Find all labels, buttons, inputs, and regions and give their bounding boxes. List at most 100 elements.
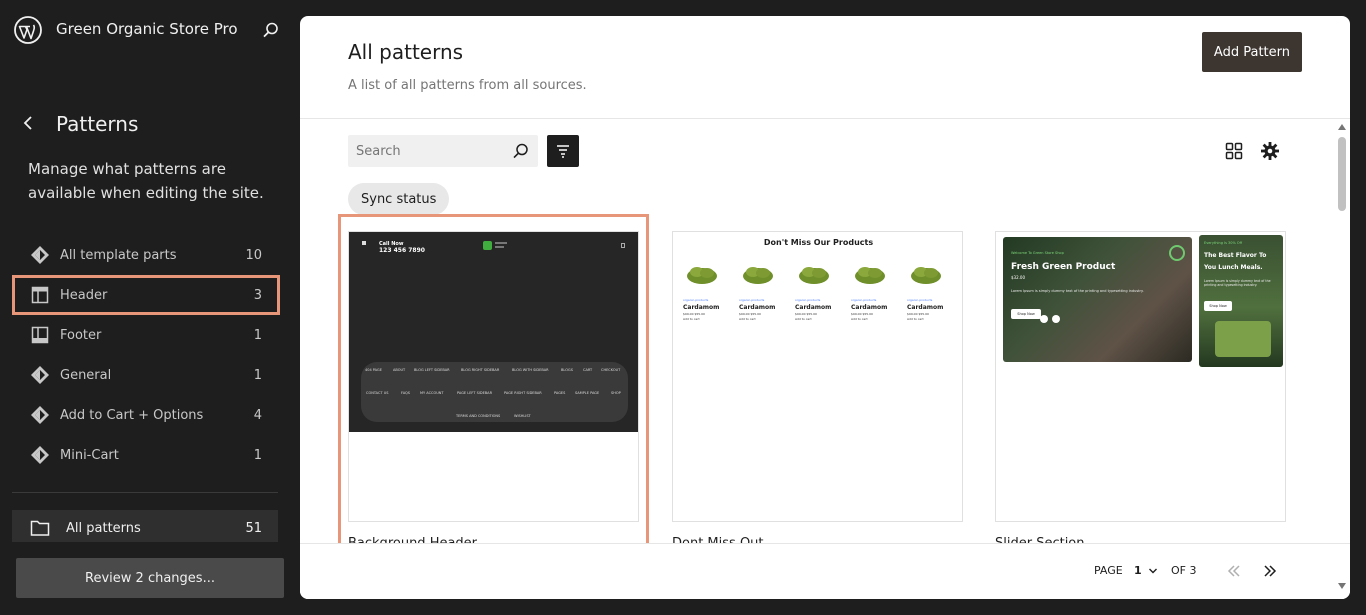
sidebar-item-add-to-cart-options[interactable]: Add to Cart + Options 4 [12, 395, 280, 435]
add-pattern-button[interactable]: Add Pattern [1201, 32, 1302, 72]
pagination-label: PAGE [1094, 564, 1123, 577]
product-category: organic-products [795, 298, 821, 302]
search-input[interactable] [348, 135, 508, 167]
product-category: organic-products [739, 298, 765, 302]
sidebar-item-count: 51 [245, 520, 262, 536]
cardamom-image-icon [911, 267, 941, 284]
scroll-up-arrow-icon[interactable] [1338, 124, 1346, 130]
product-category: organic-products [907, 298, 933, 302]
preview-product: organic-products Cardamom $99.00 $55.00 … [795, 262, 845, 321]
slide-prev-arrow-icon [1040, 315, 1048, 323]
sidebar-title: Patterns [56, 112, 139, 136]
product-category: organic-products [683, 298, 709, 302]
site-title[interactable]: Green Organic Store Pro [56, 20, 238, 38]
chevron-left-icon[interactable] [18, 113, 38, 133]
pattern-card-slider-section[interactable]: Welcome To Green Store Shop Fresh Green … [995, 231, 1286, 522]
slide-text: Lorem Ipsum is simply dummy text of the … [1204, 279, 1271, 287]
sidebar-item-all-patterns[interactable]: All patterns 51 [12, 510, 278, 546]
product-price: $99.00 $55.00 [851, 312, 873, 316]
add-to-cart-link: Add to cart [851, 317, 868, 321]
pattern-card-dont-miss-out[interactable]: Don't Miss Our Products organic-products… [672, 231, 963, 522]
preview-product: organic-products Cardamom $99.00 $55.00 … [907, 262, 957, 321]
product-price: $99.00 $55.00 [795, 312, 817, 316]
diamond-icon [28, 363, 52, 387]
chevron-down-icon[interactable] [1148, 566, 1158, 576]
add-to-cart-link: Add to cart [795, 317, 812, 321]
add-to-cart-link: Add to cart [907, 317, 924, 321]
cardamom-image-icon [799, 267, 829, 284]
sync-status-filter-chip[interactable]: Sync status [348, 183, 450, 215]
diamond-icon [28, 243, 52, 267]
product-price: $99.00 $55.00 [907, 312, 929, 316]
folder-icon [30, 516, 54, 540]
sidebar-item-count: 1 [253, 367, 262, 383]
sidebar-nav: All template parts 10 Header 3 Footer 1 [12, 235, 280, 475]
slide-welcome: Everything Is 30% Off [1204, 241, 1243, 245]
cardamom-image-icon [743, 267, 773, 284]
sidebar-item-label: Footer [60, 327, 102, 343]
sidebar-divider [12, 492, 278, 493]
add-to-cart-link: Add to cart [683, 317, 700, 321]
preview-product: organic-products Cardamom $99.00 $55.00 … [739, 262, 789, 321]
first-page-icon[interactable] [1225, 562, 1243, 580]
review-changes-button[interactable]: Review 2 changes... [16, 558, 284, 598]
last-page-icon[interactable] [1261, 562, 1279, 580]
product-price: $99.00 $55.00 [739, 312, 761, 316]
preview-slide-main: Welcome To Green Store Shop Fresh Green … [1003, 237, 1192, 362]
page-select[interactable]: 1 [1134, 564, 1142, 577]
main-header: All patterns A list of all patterns from… [300, 16, 1350, 119]
product-category: organic-products [851, 298, 877, 302]
footer-layout-icon [28, 323, 52, 347]
scroll-down-arrow-icon[interactable] [1338, 583, 1346, 589]
cardamom-image-icon [687, 267, 717, 284]
pagination-total: OF 3 [1171, 564, 1197, 577]
sidebar-item-all-template-parts[interactable]: All template parts 10 [12, 235, 280, 275]
pagination-bar: PAGE 1 OF 3 [300, 543, 1350, 599]
sidebar-item-label: Header [60, 287, 108, 303]
slide-next-arrow-icon [1052, 315, 1060, 323]
sidebar-item-count: 3 [253, 287, 262, 303]
product-price: $99.00 $55.00 [683, 312, 705, 316]
sidebar-item-label: General [60, 367, 112, 383]
diamond-icon [28, 443, 52, 467]
wordpress-logo-icon[interactable] [14, 16, 42, 44]
scrollbar-thumb[interactable] [1338, 137, 1346, 211]
filter-icon [557, 145, 569, 158]
sidebar-item-mini-cart[interactable]: Mini-Cart 1 [12, 435, 280, 475]
brand-circle-icon [1169, 245, 1185, 261]
sidebar-item-general[interactable]: General 1 [12, 355, 280, 395]
slide-shop-button: Shop Now [1204, 301, 1232, 311]
search-field [348, 135, 538, 167]
slide-price: $32.00 [1011, 275, 1025, 280]
search-icon[interactable] [512, 142, 530, 160]
produce-stand-image [1215, 321, 1271, 357]
grid-view-icon[interactable] [1224, 141, 1244, 161]
filter-button[interactable] [547, 135, 579, 167]
product-name: Cardamom [907, 304, 944, 311]
sidebar-item-label: Mini-Cart [60, 447, 119, 463]
preview-product: organic-products Cardamom $99.00 $55.00 … [683, 262, 733, 321]
main-panel: All patterns A list of all patterns from… [300, 16, 1350, 599]
sidebar-topbar: Green Organic Store Pro [0, 0, 300, 60]
add-to-cart-link: Add to cart [739, 317, 756, 321]
header-layout-icon [28, 283, 52, 307]
diamond-icon [28, 403, 52, 427]
sidebar-item-count: 10 [245, 247, 262, 263]
preview-slide-side: Everything Is 30% Off The Best Flavor To… [1199, 235, 1283, 367]
sidebar: Green Organic Store Pro Patterns Manage … [0, 0, 300, 615]
page-title: All patterns [348, 40, 464, 64]
preview-product: organic-products Cardamom $99.00 $55.00 … [851, 262, 901, 321]
app-root: Green Organic Store Pro Patterns Manage … [0, 0, 1366, 615]
sidebar-item-footer[interactable]: Footer 1 [12, 315, 280, 355]
scrollbar[interactable] [1334, 119, 1350, 589]
sidebar-item-label: All patterns [66, 520, 141, 536]
gear-icon[interactable] [1260, 141, 1280, 161]
product-name: Cardamom [851, 304, 888, 311]
preview-heading: Don't Miss Our Products [763, 238, 874, 247]
slide-headline: The Best Flavor To You Lunch Meals. [1204, 252, 1267, 271]
search-icon[interactable] [262, 21, 280, 39]
sidebar-item-header[interactable]: Header 3 [12, 275, 280, 315]
selected-card-outline [338, 214, 649, 547]
product-name: Cardamom [683, 304, 720, 311]
slide-headline: Fresh Green Product [1011, 262, 1116, 272]
